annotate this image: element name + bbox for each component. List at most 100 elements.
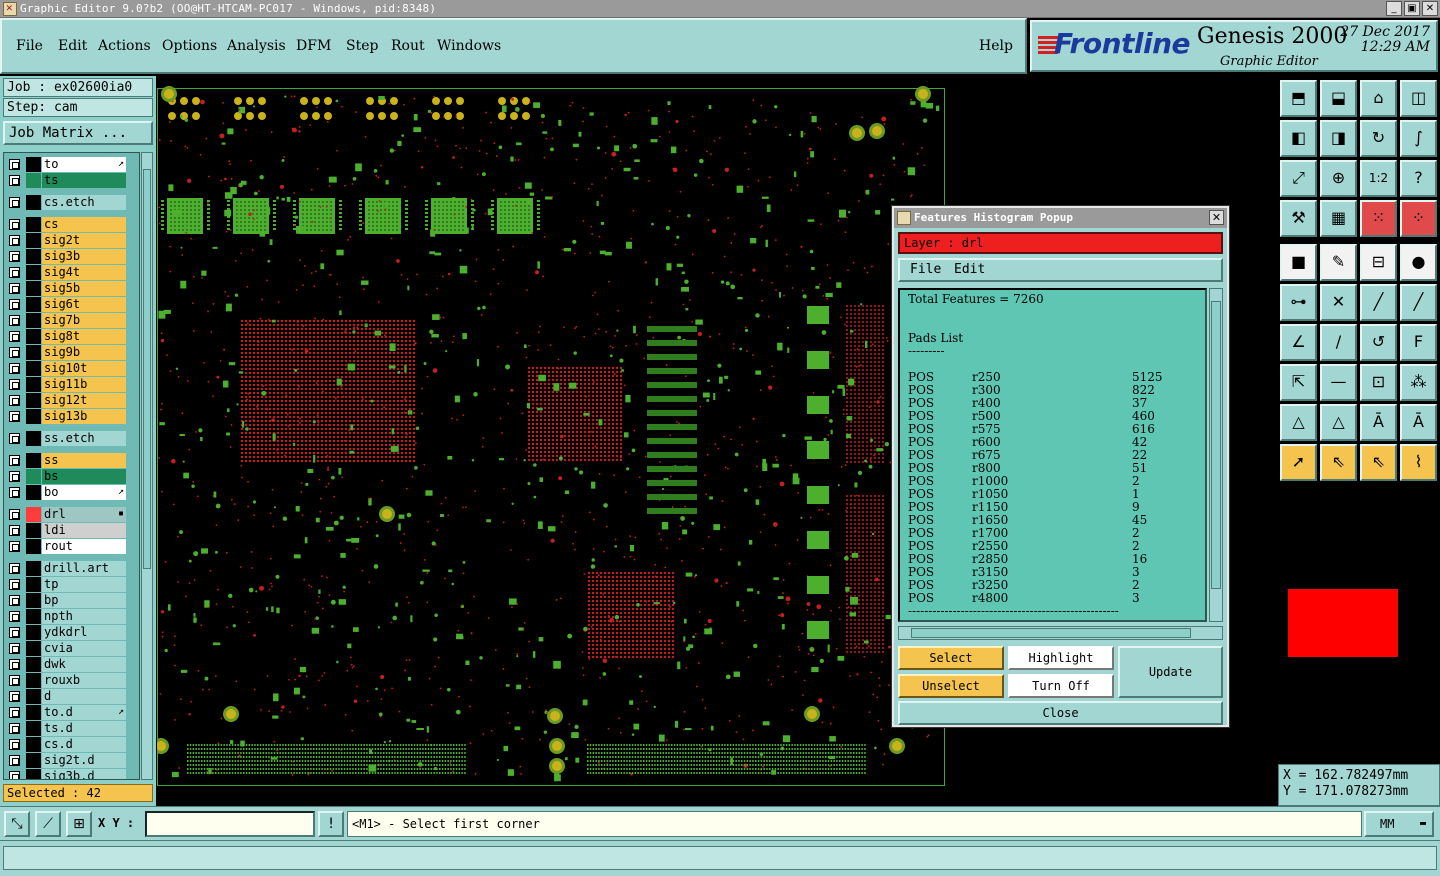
layer-row-ts-d[interactable]: ts.d [6, 721, 138, 736]
layer-color-swatch[interactable] [26, 453, 41, 468]
layer-name[interactable]: cvia [42, 641, 126, 656]
layer-row-sig12t[interactable]: sig12t [6, 393, 138, 408]
layer-checkbox[interactable] [9, 675, 20, 686]
layers-red2-icon[interactable]: ⁘ [1400, 200, 1437, 237]
histogram-row[interactable]: POS r600 42 [908, 436, 1197, 449]
menu-help[interactable]: Help [979, 38, 1013, 54]
unselect-button[interactable]: Unselect [898, 674, 1004, 698]
layer-name[interactable]: sig8t [42, 329, 126, 344]
layer-name[interactable]: to.d ↗ [42, 705, 126, 720]
popup-menu-file[interactable]: File [910, 260, 941, 280]
layer-row-cs[interactable]: cs [6, 217, 138, 232]
measure-mode-icon[interactable]: ⟋ [35, 811, 61, 837]
info-icon[interactable]: ! [318, 811, 344, 837]
layer-color-swatch[interactable] [26, 393, 41, 408]
layer-row-rouxb[interactable]: rouxb [6, 673, 138, 688]
layer-checkbox[interactable] [9, 331, 20, 342]
layers-red-icon[interactable]: ⁙ [1360, 200, 1397, 237]
layer-name[interactable]: ss.etch [42, 431, 126, 446]
layer-name[interactable]: sig5b [42, 281, 126, 296]
grid-icon[interactable]: ▦ [1320, 200, 1357, 237]
vscroll-thumb[interactable] [1211, 301, 1221, 589]
layer-name[interactable]: sig2t.d [42, 753, 126, 768]
layer-checkbox[interactable] [9, 235, 20, 246]
layer-name[interactable]: sig12t [42, 393, 126, 408]
histogram-row[interactable]: POS r3150 3 [908, 566, 1197, 579]
zoom-fit-icon[interactable]: ⤢ [1280, 160, 1317, 197]
histogram-row[interactable]: POS r675 22 [908, 449, 1197, 462]
layer-color-swatch[interactable] [26, 377, 41, 392]
line-a-icon[interactable]: ╱ [1360, 284, 1397, 321]
layer-name[interactable]: to ↗ [42, 157, 126, 172]
overview-minimap[interactable] [1278, 583, 1440, 763]
layer-row-sig7b[interactable]: sig7b [6, 313, 138, 328]
tri-b-icon[interactable]: △ [1320, 404, 1357, 441]
layer-row-ss[interactable]: ss [6, 453, 138, 468]
layer-name[interactable]: sig9b [42, 345, 126, 360]
layer-row-sig6t[interactable]: sig6t [6, 297, 138, 312]
tri-d-icon[interactable]: Ā [1400, 404, 1437, 441]
layer-row-sig8t[interactable]: sig8t [6, 329, 138, 344]
layer-row-bp[interactable]: bp [6, 593, 138, 608]
layer-checkbox[interactable] [9, 563, 20, 574]
menu-file[interactable]: File [16, 38, 43, 54]
layer-checkbox[interactable] [9, 455, 20, 466]
maximize-button[interactable]: ▣ [1404, 1, 1420, 16]
histogram-hscrollbar[interactable] [898, 626, 1223, 640]
layer-color-swatch[interactable] [26, 281, 41, 296]
layer-row-bo[interactable]: bo ↗ [6, 485, 138, 500]
view-home-icon[interactable]: ⬒ [1280, 80, 1317, 117]
layer-row-cvia[interactable]: cvia [6, 641, 138, 656]
dot-icon[interactable]: ● [1400, 244, 1437, 281]
layer-checkbox[interactable] [9, 347, 20, 358]
layer-name[interactable]: bp [42, 593, 126, 608]
pointer-box-icon[interactable]: ⇖ [1320, 444, 1357, 481]
split-view-icon[interactable]: ◫ [1400, 80, 1437, 117]
net-icon[interactable]: ⊶ [1280, 284, 1317, 321]
layer-checkbox[interactable] [9, 471, 20, 482]
layer-row-d[interactable]: d [6, 689, 138, 704]
menu-dfm[interactable]: DFM [296, 38, 331, 54]
xy-input[interactable] [145, 811, 315, 837]
minimap-viewport[interactable] [1288, 589, 1398, 657]
layer-row-sig3b-d[interactable]: sig3b.d [6, 769, 138, 779]
line-b-icon[interactable]: ╱ [1400, 284, 1437, 321]
layer-color-swatch[interactable] [26, 345, 41, 360]
layer-color-swatch[interactable] [26, 157, 41, 172]
layer-checkbox[interactable] [9, 159, 20, 170]
job-matrix-button[interactable]: Job Matrix ... [3, 121, 153, 145]
minus-icon[interactable]: — [1320, 364, 1357, 401]
layer-name[interactable]: sig7b [42, 313, 126, 328]
layer-color-swatch[interactable] [26, 721, 41, 736]
layer-name[interactable]: ts.d [42, 721, 126, 736]
layer-checkbox[interactable] [9, 691, 20, 702]
layer-row-bs[interactable]: bs [6, 469, 138, 484]
layer-name[interactable]: ydkdrl [42, 625, 126, 640]
pointer-icon[interactable]: ➚ [1280, 444, 1317, 481]
layer-checkbox[interactable] [9, 433, 20, 444]
scroll-thumb[interactable] [143, 169, 151, 569]
histogram-row[interactable]: POS r2550 2 [908, 540, 1197, 553]
layer-checkbox[interactable] [9, 487, 20, 498]
layer-checkbox[interactable] [9, 739, 20, 750]
layer-row-sig9b[interactable]: sig9b [6, 345, 138, 360]
zoom-center-icon[interactable]: ⊕ [1320, 160, 1357, 197]
layer-color-swatch[interactable] [26, 609, 41, 624]
histogram-vscrollbar[interactable] [1209, 288, 1223, 622]
layer-name[interactable]: bs [42, 469, 126, 484]
layer-row-ts[interactable]: ts [6, 173, 138, 188]
layer-name[interactable]: d [42, 689, 126, 704]
layer-row-sig2t[interactable]: sig2t [6, 233, 138, 248]
layer-name[interactable]: sig13b [42, 409, 126, 424]
layer-color-swatch[interactable] [26, 577, 41, 592]
pad-icon[interactable]: ■ [1280, 244, 1317, 281]
layer-name[interactable]: rouxb [42, 673, 126, 688]
layer-checkbox[interactable] [9, 627, 20, 638]
layer-checkbox[interactable] [9, 283, 20, 294]
layer-checkbox[interactable] [9, 579, 20, 590]
layer-name[interactable]: sig4t [42, 265, 126, 280]
layer-name[interactable]: cs [42, 217, 126, 232]
angle-icon[interactable]: ∠ [1280, 324, 1317, 361]
layer-color-swatch[interactable] [26, 705, 41, 720]
layer-color-swatch[interactable] [26, 561, 41, 576]
